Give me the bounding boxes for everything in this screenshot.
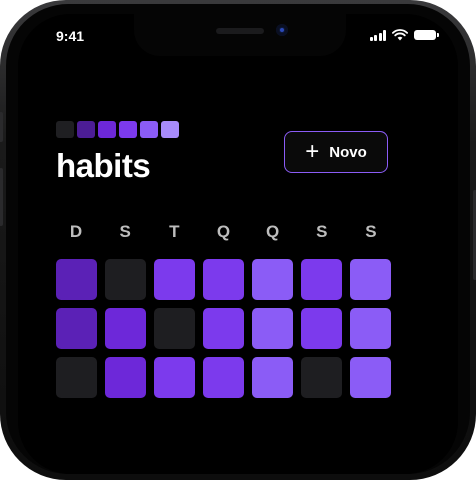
habit-day-cell[interactable] <box>105 357 146 398</box>
logo-square <box>56 121 74 138</box>
habit-heatmap <box>56 259 391 398</box>
habit-day-cell[interactable] <box>154 308 195 349</box>
status-time: 9:41 <box>56 28 85 44</box>
new-habit-button[interactable]: + Novo <box>284 131 388 173</box>
weekday-label: D <box>69 222 83 241</box>
weekday-label: S <box>119 222 131 241</box>
weekday-label: S <box>316 222 328 241</box>
habit-day-cell[interactable] <box>203 308 244 349</box>
habit-day-cell[interactable] <box>350 259 391 300</box>
habit-day-cell[interactable] <box>105 259 146 300</box>
weekday-label: T <box>169 222 180 241</box>
status-icons <box>369 29 439 41</box>
habit-day-cell[interactable] <box>56 357 97 398</box>
habit-day-cell[interactable] <box>252 308 293 349</box>
habits-logo <box>56 121 179 138</box>
weekday-label: Q <box>266 222 280 241</box>
weekday-label: Q <box>216 222 231 241</box>
habit-day-cell[interactable] <box>252 357 293 398</box>
habit-day-cell[interactable] <box>154 259 195 300</box>
logo-square <box>161 121 179 138</box>
weekday-header: DSTQQSS <box>56 222 391 242</box>
cellular-signal-icon <box>369 29 386 41</box>
wifi-icon <box>392 29 408 41</box>
habit-day-cell[interactable] <box>350 357 391 398</box>
habit-day-cell[interactable] <box>56 259 97 300</box>
habit-day-cell[interactable] <box>154 357 195 398</box>
habit-day-cell[interactable] <box>350 308 391 349</box>
habit-day-cell[interactable] <box>203 357 244 398</box>
habit-day-cell[interactable] <box>203 259 244 300</box>
page-title: habits <box>56 147 151 184</box>
habit-day-cell[interactable] <box>301 357 342 398</box>
habit-day-cell[interactable] <box>301 308 342 349</box>
notch <box>134 14 346 56</box>
logo-square <box>77 121 95 138</box>
habit-day-cell[interactable] <box>252 259 293 300</box>
habit-day-cell[interactable] <box>301 259 342 300</box>
screen <box>18 14 458 474</box>
silent-switch <box>0 112 3 142</box>
logo-square <box>140 121 158 138</box>
weekday-label: S <box>365 222 377 241</box>
habit-day-cell[interactable] <box>56 308 97 349</box>
speaker-grille <box>216 28 264 34</box>
habit-day-cell[interactable] <box>105 308 146 349</box>
new-habit-label: Novo <box>329 143 367 161</box>
battery-icon <box>414 30 439 40</box>
logo-square <box>119 121 137 138</box>
front-camera-icon <box>276 24 288 36</box>
volume-up-button <box>0 168 3 226</box>
logo-square <box>98 121 116 138</box>
plus-icon: + <box>305 138 320 165</box>
